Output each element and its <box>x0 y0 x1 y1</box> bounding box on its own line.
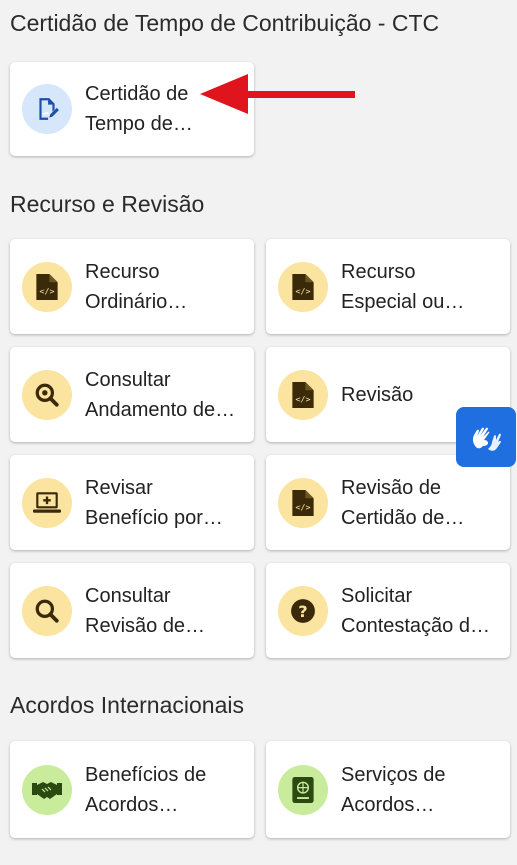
section-title-ctc: Certidão de Tempo de Contribuição - CTC <box>10 10 440 36</box>
file-code-icon: </> <box>278 369 328 420</box>
card-label: Revisão <box>341 383 414 406</box>
card-label: Revisão de Certidão de… <box>341 476 465 529</box>
card-recurso-especial[interactable]: </> Recurso Especial ou… <box>266 239 510 334</box>
libras-accessibility-button[interactable] <box>456 407 516 467</box>
card-recurso-ordinario[interactable]: </> Recurso Ordinário… <box>10 239 254 334</box>
card-consultar-revisao[interactable]: Consultar Revisão de… <box>10 563 254 658</box>
passport-icon <box>278 764 328 815</box>
file-code-icon: </> <box>278 477 328 528</box>
card-label: Recurso Ordinário… <box>85 260 188 313</box>
monitor-plus-icon <box>22 477 72 528</box>
question-circle-icon: ? <box>278 585 328 636</box>
svg-text:</>: </> <box>296 502 311 512</box>
handshake-icon <box>22 764 72 815</box>
hands-sign-language-icon <box>472 427 501 451</box>
section-title-recurso: Recurso e Revisão <box>10 191 205 217</box>
svg-text:?: ? <box>298 601 307 620</box>
card-label: Recurso Especial ou… <box>341 260 465 313</box>
file-code-icon: </> <box>278 261 328 312</box>
card-label: Certidão de Tempo de… <box>85 83 193 135</box>
section-title-acordos: Acordos Internacionais <box>10 692 244 718</box>
card-label: Consultar Andamento de… <box>85 368 236 421</box>
svg-text:</>: </> <box>40 286 55 296</box>
card-label: Consultar Revisão de… <box>85 584 206 637</box>
card-servicos-acordos[interactable]: Serviços de Acordos… <box>266 741 510 838</box>
svg-text:</>: </> <box>296 394 311 404</box>
card-revisar-beneficio[interactable]: Revisar Benefício por… <box>10 455 254 550</box>
card-solicitar-contestacao[interactable]: ? Solicitar Contestação d… <box>266 563 510 658</box>
document-signature-icon <box>22 84 72 134</box>
card-revisao-certidao[interactable]: </> Revisão de Certidão de… <box>266 455 510 550</box>
card-label: Serviços de Acordos… <box>341 763 446 816</box>
card-label: Solicitar Contestação d… <box>341 584 490 637</box>
card-label: Benefícios de Acordos… <box>85 763 207 816</box>
card-beneficios-acordos[interactable]: Benefícios de Acordos… <box>10 741 254 838</box>
red-arrow-annotation <box>200 74 355 114</box>
card-label: Revisar Benefício por… <box>85 476 223 529</box>
card-consultar-andamento[interactable]: Consultar Andamento de… <box>10 347 254 442</box>
file-code-icon: </> <box>22 261 72 312</box>
search-magnify-icon <box>22 369 72 420</box>
search-icon <box>22 585 72 636</box>
svg-text:</>: </> <box>296 286 311 296</box>
